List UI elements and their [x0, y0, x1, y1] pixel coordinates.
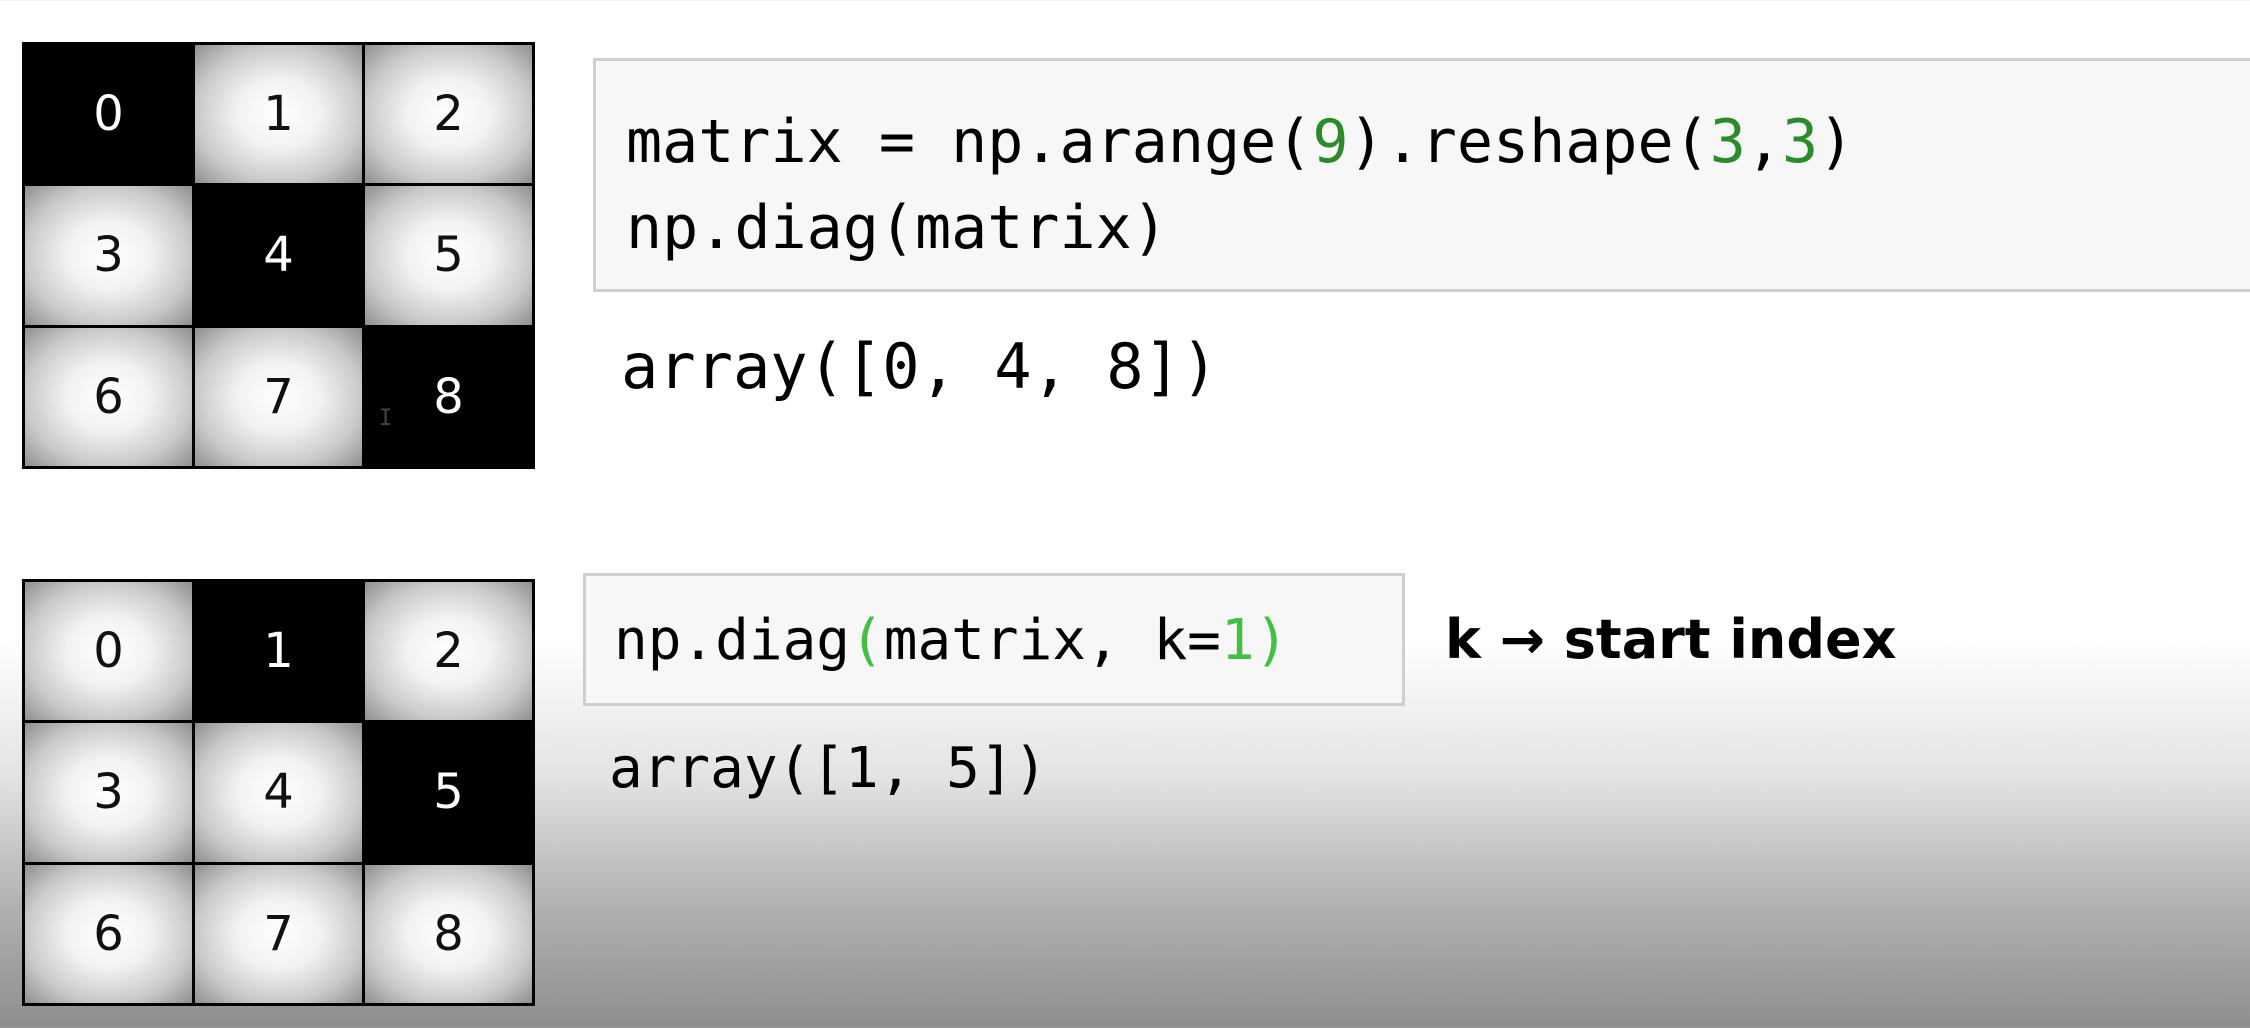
code-token: matrix = np.arange(	[626, 107, 1313, 177]
code-token: ,	[1745, 107, 1782, 177]
grid-cell: 1	[195, 45, 362, 184]
grid-cell: 2	[365, 45, 532, 184]
code-number: 3	[1709, 107, 1746, 177]
code-bracket: (	[850, 608, 884, 673]
text-cursor-icon: I	[379, 406, 393, 431]
grid-cell: 3	[25, 186, 192, 325]
cell-output: array([1, 5])	[609, 736, 1048, 801]
grid-cell: 0	[25, 45, 192, 184]
grid-cell: 4	[195, 186, 362, 325]
code-number: 3	[1781, 107, 1819, 177]
code-line: np.diag(matrix, k=1)	[614, 608, 1402, 674]
matrix-grid-offset-diagonal: 0 1 2 3 4 5 6 7 8	[22, 579, 535, 1006]
annotation-label: k → start index	[1445, 608, 1897, 671]
grid-cell: 8	[365, 864, 532, 1003]
code-token: )	[1818, 107, 1855, 177]
matrix-grid-diagonal: 0 1 2 3 4 5 6 7 8	[22, 42, 535, 469]
grid-cell: 1	[195, 582, 362, 721]
cell-output: array([0, 4, 8])	[621, 330, 1219, 403]
code-number: 1	[1220, 608, 1255, 673]
grid-cell: 8	[365, 327, 532, 466]
code-token: matrix, k=	[883, 608, 1221, 673]
code-bracket: )	[1254, 608, 1289, 673]
grid-cell: 5	[365, 723, 532, 862]
grid-cell: 7	[195, 327, 362, 466]
code-line: matrix = np.arange(9).reshape(3,3)	[626, 99, 2250, 185]
grid-cell: 3	[25, 723, 192, 862]
grid-cell: 4	[195, 723, 362, 862]
grid-cell: 6	[25, 864, 192, 1003]
grid-cell: 7	[195, 864, 362, 1003]
grid-cell: 5	[365, 186, 532, 325]
grid-cell: 2	[365, 582, 532, 721]
code-token: np.diag	[614, 608, 851, 673]
code-number: 9	[1312, 107, 1349, 177]
code-line: np.diag(matrix)	[626, 193, 1168, 263]
grid-cell: 0	[25, 582, 192, 721]
code-cell-diag-k[interactable]: np.diag(matrix, k=1)	[583, 573, 1405, 706]
grid-cell: 6	[25, 327, 192, 466]
code-token: ).reshape(	[1348, 107, 1710, 177]
code-cell-diag[interactable]: matrix = np.arange(9).reshape(3,3) np.di…	[593, 58, 2250, 292]
